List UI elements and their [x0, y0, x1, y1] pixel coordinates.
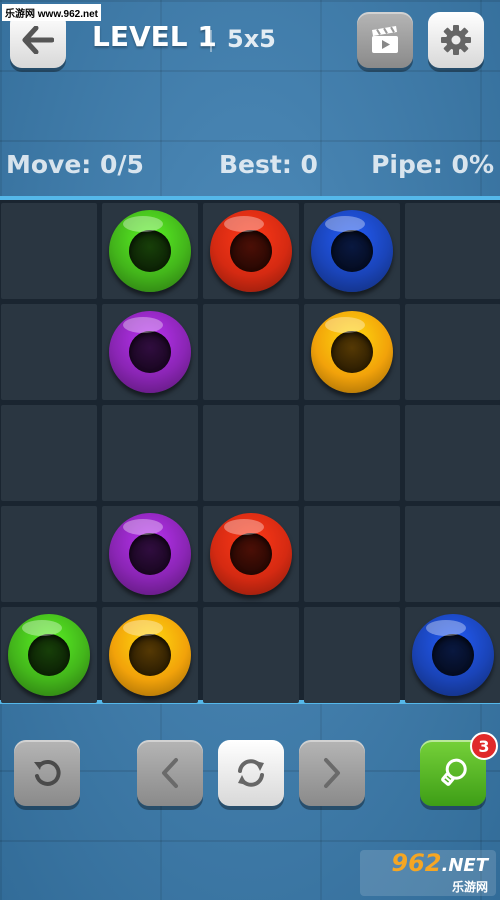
- watermark-logo-suffix: .NET: [441, 855, 488, 876]
- board-cell-r2-c0[interactable]: [1, 405, 97, 501]
- best-score: Best: 0: [219, 150, 318, 179]
- game-board: [0, 196, 500, 704]
- watermark-logo: 962.NET: [391, 851, 488, 878]
- undo-button[interactable]: [14, 740, 80, 806]
- green-ring-endpoint[interactable]: [8, 614, 90, 696]
- chevron-right-icon: [324, 758, 340, 788]
- level-title: LEVEL 1: [92, 20, 217, 53]
- lightbulb-icon: [441, 758, 467, 786]
- board-cell-r4-c0[interactable]: [1, 607, 97, 703]
- settings-button[interactable]: [428, 12, 484, 68]
- board-cell-r0-c0[interactable]: [1, 203, 97, 299]
- ring-hole: [331, 230, 373, 272]
- chevron-left-icon: [162, 758, 178, 788]
- board-cell-r4-c4[interactable]: [405, 607, 500, 703]
- blue-ring-endpoint[interactable]: [311, 210, 393, 292]
- board-cell-r0-c1[interactable]: [102, 203, 198, 299]
- board-cell-r2-c3[interactable]: [304, 405, 400, 501]
- board-cell-r4-c3[interactable]: [304, 607, 400, 703]
- hint-count-badge: 3: [470, 732, 498, 760]
- yellow-ring-endpoint[interactable]: [109, 614, 191, 696]
- board-cell-r2-c1[interactable]: [102, 405, 198, 501]
- board-cell-r3-c1[interactable]: [102, 506, 198, 602]
- green-ring-endpoint[interactable]: [109, 210, 191, 292]
- ring-hole: [230, 230, 272, 272]
- board-cell-r1-c0[interactable]: [1, 304, 97, 400]
- arrow-left-icon: [22, 26, 54, 54]
- grid-size-label: 5x5: [227, 25, 276, 53]
- board-cell-r3-c4[interactable]: [405, 506, 500, 602]
- restart-button[interactable]: [218, 740, 284, 806]
- board-grid: [0, 202, 500, 703]
- ring-hole: [230, 533, 272, 575]
- stats-bar: Move: 0/5 Best: 0 Pipe: 0%: [0, 150, 500, 184]
- board-cell-r1-c2[interactable]: [203, 304, 299, 400]
- move-counter: Move: 0/5: [6, 150, 144, 179]
- watermark-top: 乐游网 www.962.net: [2, 4, 101, 21]
- board-cell-r1-c1[interactable]: [102, 304, 198, 400]
- ring-hole: [129, 331, 171, 373]
- blue-ring-endpoint[interactable]: [412, 614, 494, 696]
- board-cell-r3-c0[interactable]: [1, 506, 97, 602]
- ring-hole: [129, 230, 171, 272]
- board-cell-r4-c1[interactable]: [102, 607, 198, 703]
- ring-hole: [331, 331, 373, 373]
- board-cell-r0-c3[interactable]: [304, 203, 400, 299]
- undo-icon: [34, 759, 61, 786]
- board-cell-r1-c4[interactable]: [405, 304, 500, 400]
- board-cell-r0-c4[interactable]: [405, 203, 500, 299]
- ring-hole: [28, 634, 70, 676]
- title-divider: [210, 30, 212, 52]
- purple-ring-endpoint[interactable]: [109, 513, 191, 595]
- previous-level-button[interactable]: [137, 740, 203, 806]
- gear-icon: [441, 25, 471, 55]
- next-level-button[interactable]: [299, 740, 365, 806]
- purple-ring-endpoint[interactable]: [109, 311, 191, 393]
- red-ring-endpoint[interactable]: [210, 210, 292, 292]
- watermark-logo-number: 962: [391, 849, 442, 877]
- board-cell-r0-c2[interactable]: [203, 203, 299, 299]
- refresh-icon: [238, 759, 264, 787]
- watermark-bottom: 962.NET 乐游网: [360, 850, 496, 896]
- board-cell-r2-c4[interactable]: [405, 405, 500, 501]
- pipe-percentage: Pipe: 0%: [371, 150, 494, 179]
- board-cell-r2-c2[interactable]: [203, 405, 299, 501]
- board-cell-r1-c3[interactable]: [304, 304, 400, 400]
- board-cell-r4-c2[interactable]: [203, 607, 299, 703]
- yellow-ring-endpoint[interactable]: [311, 311, 393, 393]
- red-ring-endpoint[interactable]: [210, 513, 292, 595]
- clapperboard-icon: [372, 26, 398, 53]
- ring-hole: [129, 634, 171, 676]
- watermark-sub: 乐游网: [451, 880, 488, 894]
- board-cell-r3-c2[interactable]: [203, 506, 299, 602]
- ring-hole: [432, 634, 474, 676]
- video-button[interactable]: [357, 12, 413, 68]
- board-cell-r3-c3[interactable]: [304, 506, 400, 602]
- ring-hole: [129, 533, 171, 575]
